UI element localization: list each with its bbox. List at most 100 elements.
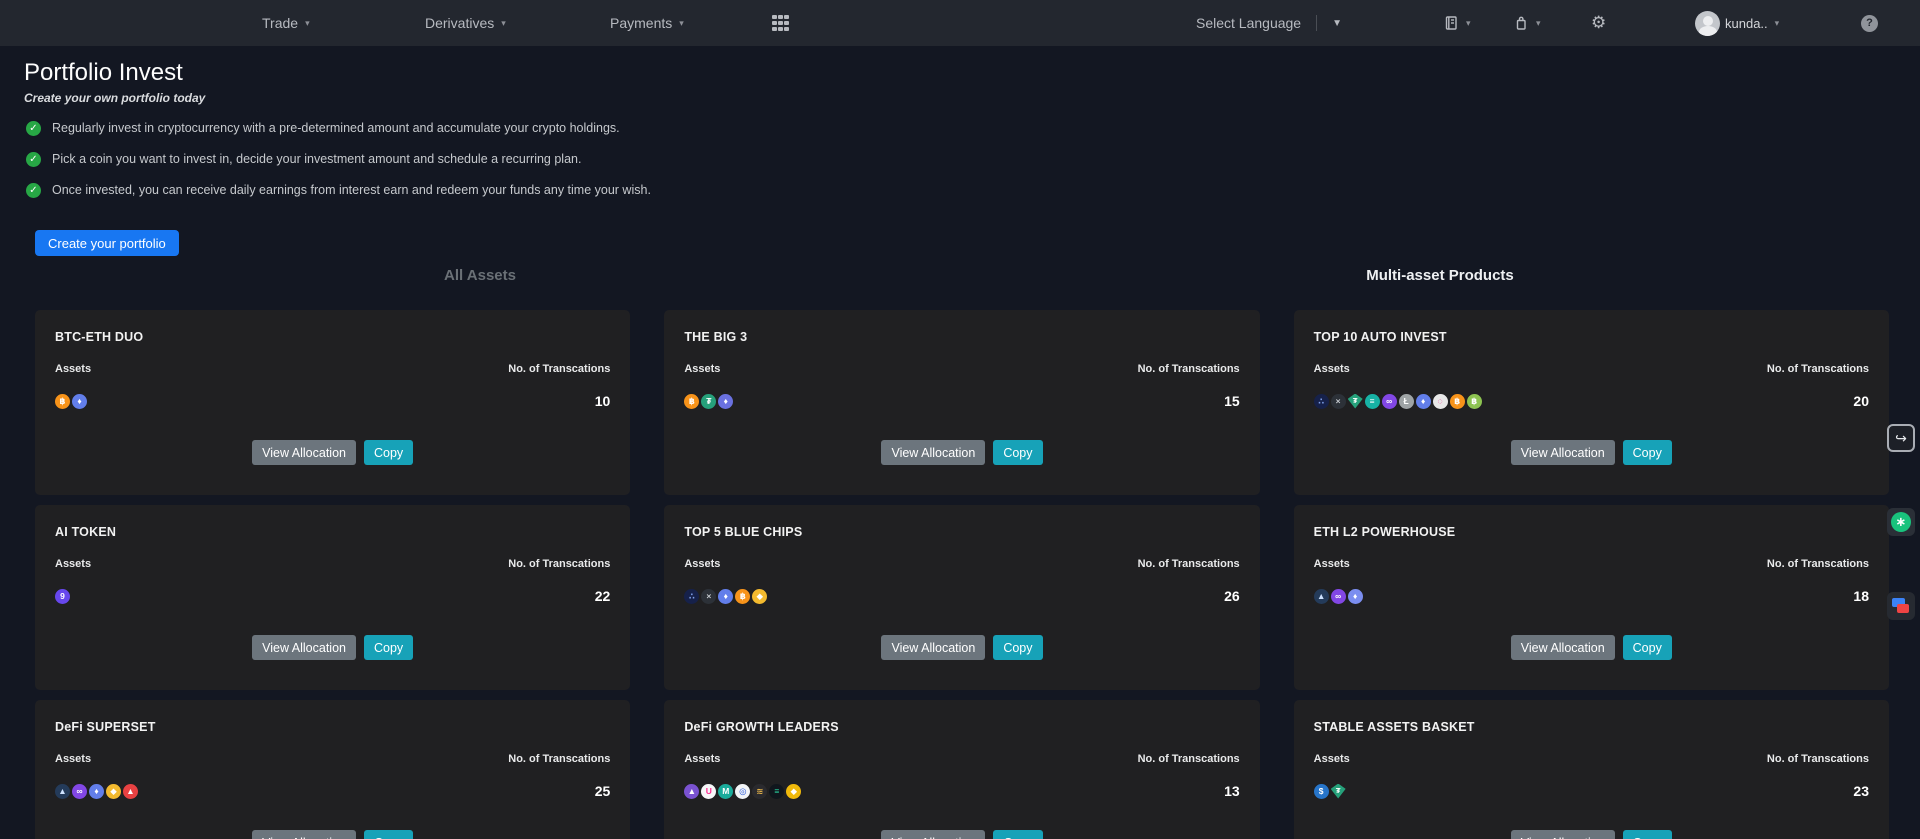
gear-icon: ⚙ — [1591, 13, 1606, 33]
coin-icons: ▲UM◎≋≡◆ — [684, 784, 803, 799]
coin-icons: ▲∞♦◆▲ — [55, 784, 140, 799]
settings-button[interactable]: ⚙ — [1591, 0, 1606, 46]
menu-derivatives-label: Derivatives — [425, 15, 494, 31]
portfolio-card: BTC-ETH DUO Assets No. of Transcations ฿… — [35, 310, 630, 495]
copy-button[interactable]: Copy — [993, 635, 1042, 660]
view-allocation-button[interactable]: View Allocation — [252, 440, 356, 465]
usdt-icon: ₮ — [701, 394, 716, 409]
mkr-icon: M — [718, 784, 733, 799]
view-allocation-button[interactable]: View Allocation — [1511, 440, 1615, 465]
copy-button[interactable]: Copy — [993, 440, 1042, 465]
copy-button[interactable]: Copy — [993, 830, 1042, 839]
portfolio-card: ETH L2 POWERHOUSE Assets No. of Transcat… — [1294, 505, 1889, 690]
feature-bullet: ✓ Pick a coin you want to invest in, dec… — [26, 151, 1896, 167]
feature-bullet: ✓ Regularly invest in cryptocurrency wit… — [26, 120, 1896, 136]
chatgpt-extension-button[interactable]: ∗ — [1887, 508, 1915, 536]
portfolio-card-title: TOP 5 BLUE CHIPS — [684, 525, 1239, 539]
portfolio-card: THE BIG 3 Assets No. of Transcations ฿₮♦… — [664, 310, 1259, 495]
chat-bubble-icon — [1897, 604, 1909, 613]
portfolio-card-title: TOP 10 AUTO INVEST — [1314, 330, 1869, 344]
portfolio-invest-header: Portfolio Invest Create your own portfol… — [0, 46, 1920, 256]
language-selector[interactable]: Select Language ▼ — [1196, 0, 1342, 46]
btc-icon: ฿ — [55, 394, 70, 409]
transactions-count: 15 — [1224, 393, 1240, 409]
view-allocation-button[interactable]: View Allocation — [881, 635, 985, 660]
view-allocation-button[interactable]: View Allocation — [252, 635, 356, 660]
usdt-gem-icon: ₮ — [1331, 784, 1346, 799]
transactions-count: 20 — [1853, 393, 1869, 409]
portfolio-card-title: AI TOKEN — [55, 525, 610, 539]
portfolio-card-title: BTC-ETH DUO — [55, 330, 610, 344]
user-menu[interactable]: kunda.. ▾ — [1695, 0, 1779, 46]
view-allocation-button[interactable]: View Allocation — [1511, 635, 1615, 660]
transactions-label: No. of Transcations — [508, 753, 610, 766]
coin-icons: ∴×₮≡∞Ł♦◌฿฿ — [1314, 394, 1484, 409]
share-button[interactable]: ↪ — [1887, 424, 1915, 452]
coin-icons: ฿₮♦ — [684, 394, 735, 409]
coin-icons: $₮ — [1314, 784, 1348, 799]
green-stripes-icon: ≡ — [769, 784, 784, 799]
uni-icon: U — [701, 784, 716, 799]
apps-grid-icon[interactable] — [772, 0, 789, 46]
copy-button[interactable]: Copy — [364, 635, 413, 660]
eth-icon: ♦ — [718, 589, 733, 604]
copy-button[interactable]: Copy — [1623, 830, 1672, 839]
view-allocation-button[interactable]: View Allocation — [881, 830, 985, 839]
ltc-icon: Ł — [1399, 394, 1414, 409]
teal-bars-icon: ≡ — [1365, 394, 1380, 409]
check-icon: ✓ — [26, 183, 41, 198]
wallet-menu[interactable]: ▾ — [1513, 0, 1541, 46]
copy-button[interactable]: Copy — [1623, 440, 1672, 465]
page-title: Portfolio Invest — [24, 58, 1896, 88]
transactions-count: 13 — [1224, 783, 1240, 799]
menu-derivatives[interactable]: Derivatives ▾ — [425, 0, 506, 46]
eth-icon: ♦ — [1416, 394, 1431, 409]
portfolio-card-grid: BTC-ETH DUO Assets No. of Transcations ฿… — [35, 310, 1889, 839]
menu-payments[interactable]: Payments ▾ — [610, 0, 684, 46]
portfolio-card-title: DeFi SUPERSET — [55, 720, 610, 734]
eth-icon: ♦ — [718, 394, 733, 409]
assets-label: Assets — [1314, 753, 1350, 766]
portfolio-card: AI TOKEN Assets No. of Transcations 9 22… — [35, 505, 630, 690]
chevron-down-icon: ▾ — [679, 18, 684, 29]
ledger-icon — [1443, 15, 1459, 31]
coin-icons: 9 — [55, 589, 72, 604]
bnb-icon: ◆ — [752, 589, 767, 604]
view-allocation-button[interactable]: View Allocation — [252, 830, 356, 839]
usdt-gem-icon: ₮ — [1348, 394, 1363, 409]
portfolio-card-title: STABLE ASSETS BASKET — [1314, 720, 1869, 734]
eth-icon: ♦ — [89, 784, 104, 799]
transactions-label: No. of Transcations — [1767, 558, 1869, 571]
feature-bullets: ✓ Regularly invest in cryptocurrency wit… — [26, 120, 1896, 198]
chat-extension-button[interactable] — [1887, 592, 1915, 620]
assets-label: Assets — [684, 363, 720, 376]
view-allocation-button[interactable]: View Allocation — [1511, 830, 1615, 839]
tab-all-assets[interactable]: All Assets — [0, 267, 960, 284]
username: kunda.. — [1725, 16, 1768, 31]
menu-trade-label: Trade — [262, 15, 298, 31]
create-portfolio-button[interactable]: Create your portfolio — [35, 230, 179, 256]
copy-button[interactable]: Copy — [364, 440, 413, 465]
grt-icon: 9 — [55, 589, 70, 604]
matic-icon: ∞ — [1382, 394, 1397, 409]
avatar — [1695, 11, 1720, 36]
portfolio-card: DeFi SUPERSET Assets No. of Transcations… — [35, 700, 630, 839]
gold-cube-icon: ◆ — [786, 784, 801, 799]
transactions-count: 23 — [1853, 783, 1869, 799]
view-allocation-button[interactable]: View Allocation — [881, 440, 985, 465]
section-tabs: All Assets Multi-asset Products — [0, 267, 1920, 284]
xrp-icon: × — [701, 589, 716, 604]
assets-label: Assets — [55, 558, 91, 571]
copy-button[interactable]: Copy — [364, 830, 413, 839]
copy-button[interactable]: Copy — [1623, 635, 1672, 660]
matic-icon: ∞ — [1331, 589, 1346, 604]
tab-multi-asset-products[interactable]: Multi-asset Products — [960, 267, 1920, 284]
menu-trade[interactable]: Trade ▾ — [262, 0, 310, 46]
language-label: Select Language — [1196, 15, 1301, 31]
chevron-down-icon: ▾ — [305, 18, 310, 29]
orders-menu[interactable]: ▾ — [1443, 0, 1471, 46]
ada-icon: ∴ — [1314, 394, 1329, 409]
bullet-text: Regularly invest in cryptocurrency with … — [52, 121, 620, 135]
feature-bullet: ✓ Once invested, you can receive daily e… — [26, 182, 1896, 198]
help-button[interactable]: ? — [1861, 0, 1878, 46]
